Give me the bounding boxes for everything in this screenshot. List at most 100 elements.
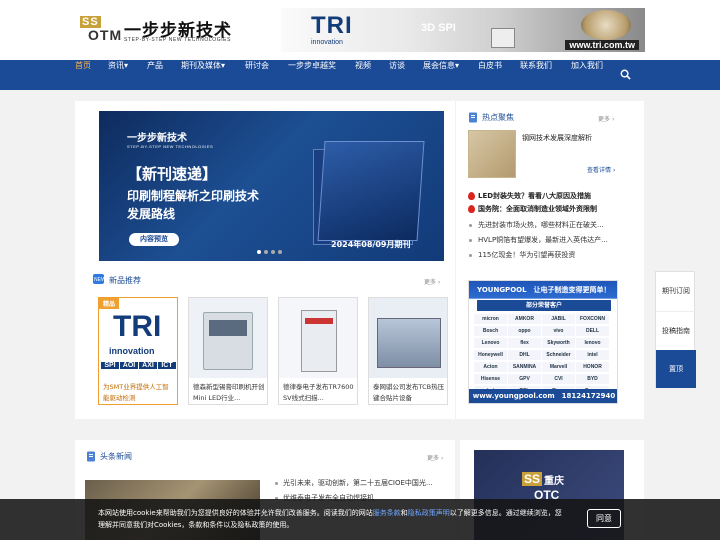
banner-tag: 【新刊速递】 bbox=[127, 165, 218, 183]
nav-item-products[interactable]: 产品 bbox=[147, 60, 163, 90]
chevron-down-icon: ▾ bbox=[124, 61, 129, 70]
subscribe-button[interactable]: 期刊订阅 bbox=[656, 272, 696, 310]
client-logo: intel bbox=[576, 350, 609, 360]
bullet-icon bbox=[469, 224, 472, 227]
side-float-menu: 期刊订阅 投稿指南 置顶 bbox=[655, 271, 696, 388]
product-image bbox=[189, 298, 267, 378]
more-link-label: 更多 bbox=[427, 455, 440, 462]
carousel-dot[interactable] bbox=[278, 250, 282, 254]
featured-title[interactable]: 钢网技术发展深度解析 bbox=[522, 133, 592, 143]
products-more-link[interactable]: 更多 › bbox=[424, 277, 440, 286]
carousel-dot[interactable] bbox=[271, 250, 275, 254]
detail-link-label: 查看详情 bbox=[587, 167, 612, 174]
hot-fire-item[interactable]: 国务院：全面取消制造业领域外资限制 bbox=[478, 204, 597, 214]
cookie-agree-button[interactable]: 同意 bbox=[587, 509, 621, 528]
youngpool-ad[interactable]: YOUNGPOOL 让电子制造变得更简单！ 部分荣誉客户 micron AMKOR… bbox=[468, 280, 618, 404]
client-logo: Acton bbox=[474, 362, 507, 372]
nav-item-whitepaper[interactable]: 白皮书 bbox=[478, 60, 502, 90]
tri-header-ad[interactable]: TRI innovation 3D SPI www.tri.com.tw bbox=[281, 8, 645, 52]
hero-banner[interactable]: 一步步新技术 STEP-BY-STEP NEW TECHNOLOGIES 【新刊… bbox=[99, 111, 444, 261]
client-logo: oppo bbox=[508, 326, 541, 336]
product-image bbox=[369, 298, 447, 378]
carousel-dot[interactable] bbox=[264, 250, 268, 254]
privacy-link[interactable]: 隐私政策声明 bbox=[408, 509, 450, 517]
ad-brand-sub: innovation bbox=[311, 39, 343, 46]
tag-spi: SPI bbox=[101, 362, 119, 369]
tag-ict: ICT bbox=[158, 362, 176, 369]
client-logo: Marvell bbox=[542, 362, 575, 372]
main-nav: 首页 资讯▾ 产品 期刊及媒体▾ 研讨会 一步步卓越奖 视频 访谈 展会信息▾ … bbox=[0, 60, 720, 90]
headline-news-item[interactable]: 光引未来，驱动创新，第二十五届CIOE中国光... bbox=[283, 478, 433, 488]
client-logo: vivo bbox=[542, 326, 575, 336]
yp-brand-name: YOUNGPOOL bbox=[477, 286, 527, 294]
nav-item-label: 展会信息 bbox=[423, 61, 455, 70]
yp-url: www.youngpool.com bbox=[472, 392, 555, 400]
headline-more-link[interactable]: 更多 › bbox=[427, 453, 443, 462]
chevron-right-icon: › bbox=[612, 167, 616, 174]
carousel-dot[interactable] bbox=[257, 250, 261, 254]
client-logo: FOXCONN bbox=[576, 314, 609, 324]
nav-item-award[interactable]: 一步步卓越奖 bbox=[288, 60, 336, 90]
ad-product: 3D SPI bbox=[421, 22, 456, 34]
bullet-icon bbox=[275, 482, 278, 485]
nav-item-news[interactable]: 资讯▾ bbox=[108, 60, 128, 90]
hot-fire-item[interactable]: LED封装失效？看看八大原因及措施 bbox=[478, 191, 591, 201]
hot-news-item[interactable]: 先进封装市场火热，哪些材料正在破关... bbox=[478, 220, 604, 230]
nav-item-video[interactable]: 视频 bbox=[355, 60, 371, 90]
product-card[interactable]: 泰网骐公司发布TCB热压键合贴片设备 bbox=[368, 297, 448, 405]
product-caption: 德律泰电子发布TR7600 SV线式扫描... bbox=[283, 383, 354, 402]
cq-ss: SS bbox=[522, 472, 543, 486]
terms-link[interactable]: 服务条款 bbox=[373, 509, 401, 517]
product-card[interactable]: 德律泰电子发布TR7600 SV线式扫描... bbox=[278, 297, 358, 405]
fire-icon bbox=[468, 205, 475, 213]
product-card[interactable]: 德森新型锡膏印刷机开创Mini LED行业... bbox=[188, 297, 268, 405]
svg-text:NEW: NEW bbox=[94, 277, 104, 283]
nav-item-seminar[interactable]: 研讨会 bbox=[245, 60, 269, 90]
client-logo: lenovo bbox=[576, 338, 609, 348]
featured-thumbnail[interactable] bbox=[468, 130, 516, 178]
nav-item-media[interactable]: 期刊及媒体▾ bbox=[181, 60, 225, 90]
product-card[interactable]: 精品 TRI innovation SPI AOI AXI ICT 为SMT业界提供人… bbox=[98, 297, 178, 405]
nav-item-join[interactable]: 加入我们 bbox=[571, 60, 603, 90]
submission-guide-button[interactable]: 投稿指南 bbox=[656, 311, 696, 349]
more-link-label: 更多 bbox=[424, 279, 437, 286]
document-icon bbox=[469, 112, 477, 123]
machine-stripe bbox=[305, 318, 333, 324]
products-section-title: 新品推荐 bbox=[109, 276, 141, 285]
client-logo: JABIL bbox=[542, 314, 575, 324]
chevron-down-icon: ▾ bbox=[221, 61, 226, 70]
nav-item-exhibition[interactable]: 展会信息▾ bbox=[423, 60, 459, 90]
tag-aoi: AOI bbox=[120, 362, 138, 369]
hot-news-item[interactable]: 115亿现金！华为引望再获投资 bbox=[478, 250, 575, 260]
bonder-machine-image bbox=[377, 318, 441, 368]
banner-issue-date: 2024年08/09月期刊 bbox=[331, 240, 411, 249]
hot-news-item[interactable]: HVLP铜箔有望爆发，最新进入英伟达产... bbox=[478, 235, 608, 245]
ad-brand: TRI bbox=[311, 12, 353, 39]
yp-logo-grid: micron AMKOR JABIL FOXCONN Bosch oppo vivo DELL… bbox=[473, 313, 615, 397]
wafer-image bbox=[581, 10, 631, 40]
client-logo: DHL bbox=[508, 350, 541, 360]
nav-item-label: 期刊及媒体 bbox=[181, 61, 221, 70]
site-logo[interactable]: SS OTM 一步步新技术 STEP-BY-STEP NEW TECHNOLOG… bbox=[80, 16, 232, 46]
hot-more-link[interactable]: 更多 › bbox=[598, 114, 614, 123]
logo-otm-text: OTM bbox=[88, 27, 123, 43]
nav-item-label: 资讯 bbox=[108, 61, 124, 70]
document-icon bbox=[87, 451, 95, 462]
cookie-consent-bar: 本网站使用cookie来帮助我们为您提供良好的体验并允许我们改善服务。阅读我们的… bbox=[0, 499, 720, 540]
preview-button[interactable]: 内容预览 bbox=[129, 233, 179, 246]
logo-english-name: STEP-BY-STEP NEW TECHNOLOGIES bbox=[124, 37, 232, 43]
banner-logo-en: STEP-BY-STEP NEW TECHNOLOGIES bbox=[127, 144, 214, 149]
back-to-top-button[interactable]: 置顶 bbox=[656, 350, 696, 388]
carousel-dots bbox=[257, 247, 285, 256]
cookie-text: 本网站使用cookie来帮助我们为您提供良好的体验并允许我们改善服务。阅读我们的… bbox=[98, 507, 568, 531]
nav-item-contact[interactable]: 联系我们 bbox=[520, 60, 552, 90]
nav-item-home[interactable]: 首页 bbox=[75, 60, 91, 90]
detail-link[interactable]: 查看详情 › bbox=[587, 165, 615, 174]
client-logo: SANMINA bbox=[508, 362, 541, 372]
ad-url: www.tri.com.tw bbox=[565, 40, 639, 50]
product-caption: 德森新型锡膏印刷机开创Mini LED行业... bbox=[193, 383, 265, 402]
machine-window bbox=[209, 320, 247, 336]
nav-item-interview[interactable]: 访谈 bbox=[389, 60, 405, 90]
new-badge-icon: NEW bbox=[93, 274, 104, 284]
search-icon[interactable] bbox=[620, 69, 631, 80]
